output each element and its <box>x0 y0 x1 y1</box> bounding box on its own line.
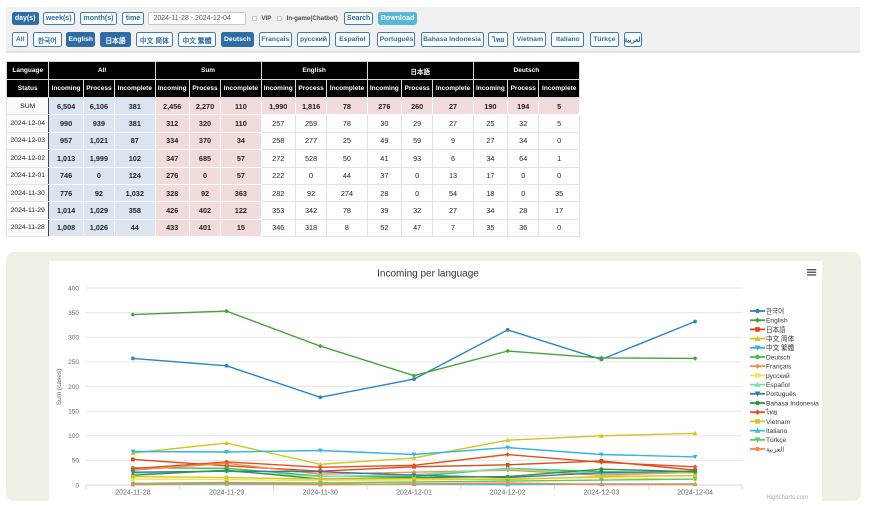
svg-text:2024-11-30: 2024-11-30 <box>303 490 338 497</box>
svg-text:Vietnam: Vietnam <box>766 419 791 426</box>
svg-text:2024-11-29: 2024-11-29 <box>209 490 244 497</box>
svg-text:한국어: 한국어 <box>766 306 784 315</box>
svg-text:Français: Français <box>766 364 792 371</box>
svg-text:300: 300 <box>68 335 79 342</box>
svg-text:ไทย: ไทย <box>765 409 778 417</box>
svg-text:2024-12-01: 2024-12-01 <box>396 490 432 497</box>
svg-text:Español: Español <box>766 382 790 389</box>
svg-text:Português: Português <box>766 391 797 398</box>
svg-text:2024-12-04: 2024-12-04 <box>677 490 713 497</box>
svg-text:العربية: العربية <box>766 445 784 453</box>
svg-text:200: 200 <box>68 384 79 391</box>
svg-text:350: 350 <box>68 310 79 317</box>
svg-text:中文 简体: 中文 简体 <box>766 334 795 343</box>
svg-text:150: 150 <box>68 408 79 415</box>
svg-text:400: 400 <box>68 285 79 292</box>
svg-text:0: 0 <box>75 482 79 489</box>
svg-text:Deutsch: Deutsch <box>766 354 791 361</box>
svg-text:Incoming per language: Incoming per language <box>377 269 479 280</box>
svg-text:100: 100 <box>68 433 79 440</box>
svg-text:русский: русский <box>766 372 790 380</box>
svg-text:日本語: 日本語 <box>766 325 786 334</box>
svg-text:2024-11-28: 2024-11-28 <box>115 490 150 497</box>
svg-text:English: English <box>766 318 788 325</box>
svg-text:Bahasa Indonesia: Bahasa Indonesia <box>766 400 819 407</box>
svg-text:中文 繁體: 中文 繁體 <box>766 343 795 352</box>
svg-text:2024-12-02: 2024-12-02 <box>490 490 526 497</box>
svg-text:Italiano: Italiano <box>766 428 788 435</box>
svg-text:50: 50 <box>72 458 80 465</box>
svg-text:Highcharts.com: Highcharts.com <box>766 495 808 501</box>
svg-text:250: 250 <box>68 359 79 366</box>
svg-text:Türkçe: Türkçe <box>766 437 786 444</box>
svg-text:Sum (cases): Sum (cases) <box>56 369 63 405</box>
svg-text:2024-12-03: 2024-12-03 <box>583 490 619 497</box>
